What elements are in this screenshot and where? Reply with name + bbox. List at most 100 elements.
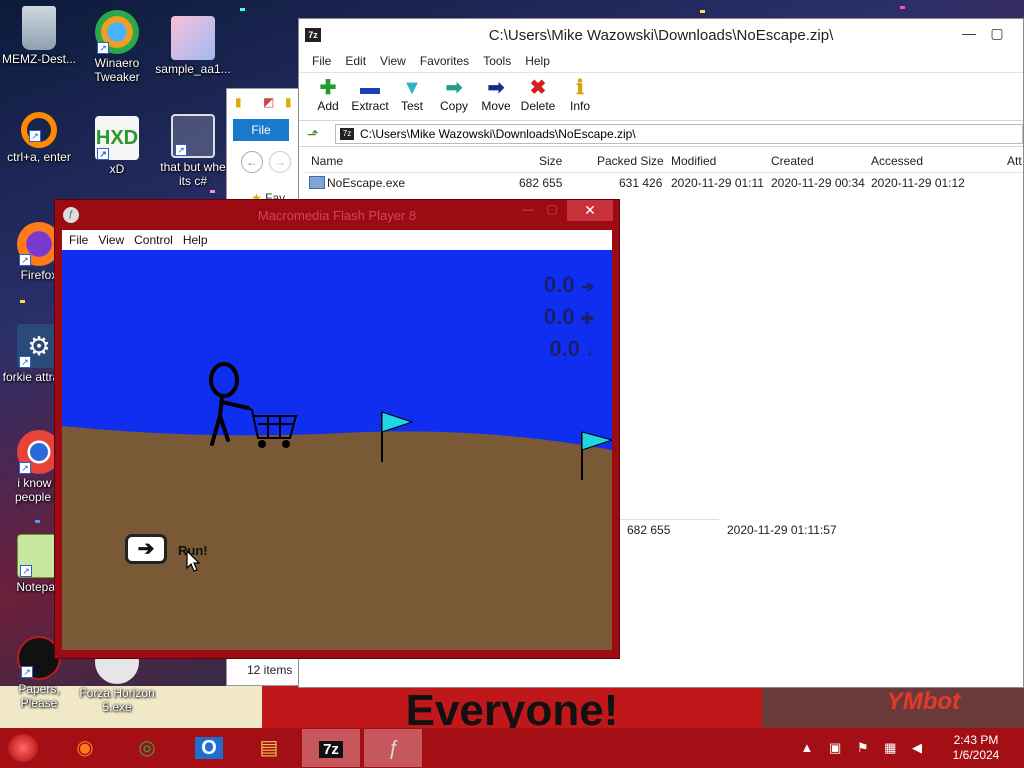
column-modified[interactable]: Modified	[671, 154, 716, 168]
move-button[interactable]: ➡ Move	[475, 77, 517, 113]
flash-title-bar[interactable]: ƒ Macromedia Flash Player 8 — ▢ ✕	[55, 200, 619, 230]
shortcut-arrow-icon: ↗	[20, 565, 32, 577]
exe-file-icon	[309, 176, 325, 189]
7zip-icon: 7z	[319, 741, 343, 758]
maximize-button[interactable]: ▢	[543, 202, 561, 220]
test-button[interactable]: ▼ Test	[391, 77, 433, 113]
7zip-address-bar: ⬏ 7z C:\Users\Mike Wazowski\Downloads\NoE…	[299, 121, 1023, 147]
menu-file[interactable]: File	[305, 51, 338, 71]
column-accessed[interactable]: Accessed	[871, 154, 923, 168]
shortcut-arrow-icon: ↗	[97, 42, 109, 54]
menu-view[interactable]: View	[93, 230, 129, 250]
toolbar-label: Info	[569, 99, 590, 113]
system-tray[interactable]: ▲ ▣ ⚑ ▦ ◀	[800, 740, 928, 756]
table-row[interactable]: NoEscape.exe 682 655 631 426 2020-11-29 …	[305, 173, 1023, 193]
column-name[interactable]: Name	[311, 154, 343, 168]
cell-size: 682 655	[519, 176, 563, 190]
7zip-window-title: C:\Users\Mike Wazowski\Downloads\NoEscap…	[488, 27, 834, 44]
column-attributes[interactable]: Att	[1007, 154, 1022, 168]
back-arrow-icon[interactable]: ←	[241, 151, 263, 173]
outlook-icon: O	[195, 737, 223, 759]
start-button[interactable]	[8, 734, 38, 762]
hxd-icon: HXD ↗	[95, 116, 139, 160]
address-text: C:\Users\Mike Wazowski\Downloads\NoEscap…	[360, 127, 636, 141]
flash-player-window[interactable]: ƒ Macromedia Flash Player 8 — ▢ ✕ File Vi…	[54, 199, 620, 659]
chrome-icon: ◎	[138, 737, 156, 759]
desktop-icon-ctrl-a[interactable]: ↗ ctrl+a, enter	[0, 112, 78, 164]
desktop-icon-winaero[interactable]: ↗ Winaero Tweaker	[78, 10, 156, 84]
shortcut-arrow-icon: ↗	[21, 666, 33, 678]
7zip-address-input[interactable]: 7z C:\Users\Mike Wazowski\Downloads\NoEsc…	[335, 124, 1023, 144]
status-size: 682 655	[627, 523, 671, 537]
delete-button[interactable]: ✖ Delete	[517, 77, 559, 113]
cell-created: 2020-11-29 00:34	[771, 176, 865, 190]
desktop-icon-label: Winaero Tweaker	[94, 56, 140, 84]
explorer-item-count: 12 items	[247, 663, 293, 677]
7zip-title-bar[interactable]: 7z C:\Users\Mike Wazowski\Downloads\NoEs…	[299, 19, 1023, 51]
clock-time: 2:43 PM	[953, 733, 999, 747]
desktop-icon-xd[interactable]: HXD ↗ xD	[78, 116, 156, 176]
desktop-icon-memz[interactable]: MEMZ-Dest...	[0, 6, 78, 66]
flash-game-stage[interactable]: 0.0 ➔ 0.0 ✚ 0.0 ↓ ➔ Run!	[62, 250, 612, 650]
right-arrow-icon: ➔	[137, 538, 155, 560]
desktop-icon-that-but[interactable]: ↗ that but whe its c#	[154, 114, 232, 188]
confetti	[35, 520, 40, 523]
menu-tools[interactable]: Tools	[476, 51, 518, 71]
shortcut-arrow-icon: ↗	[97, 148, 109, 160]
extract-button[interactable]: ▬ Extract	[349, 77, 391, 113]
plus-icon: ✚	[580, 311, 594, 328]
column-size[interactable]: Size	[539, 154, 562, 168]
confetti	[20, 300, 25, 303]
file-explorer-icon: ▤	[259, 737, 279, 759]
close-button[interactable]: ✕	[567, 200, 613, 221]
add-button[interactable]: ✚ Add	[307, 77, 349, 113]
toolbar-label: Move	[481, 99, 511, 113]
menu-control[interactable]: Control	[129, 230, 178, 250]
menu-help[interactable]: Help	[518, 51, 557, 71]
taskbar-chrome[interactable]: ◎	[118, 729, 176, 767]
7zip-toolbar: ✚ Add ▬ Extract ▼ Test ➡ Copy ➡ Move ✖ Delete ℹ Info	[299, 73, 1023, 121]
cell-packed-size: 631 426	[619, 176, 663, 190]
menu-file[interactable]: File	[64, 230, 93, 250]
taskbar-firefox[interactable]: ◉	[56, 729, 114, 767]
cell-modified: 2020-11-29 01:11	[671, 176, 764, 190]
menu-favorites[interactable]: Favorites	[413, 51, 476, 71]
run-button[interactable]: ➔	[125, 534, 167, 564]
down-arrow-icon: ↓	[586, 343, 594, 360]
taskbar-outlook[interactable]: O	[180, 729, 238, 767]
7zip-small-icon: 7z	[340, 128, 354, 140]
wallpaper-banner: Everyone!	[262, 686, 762, 728]
taskbar-7zip[interactable]: 7z	[302, 729, 360, 767]
copy-button[interactable]: ➡ Copy	[433, 77, 475, 113]
shortcut-arrow-icon: ↗	[175, 144, 187, 156]
column-packed-size[interactable]: Packed Size	[597, 154, 664, 168]
folder-icon: ▮	[235, 95, 242, 109]
desktop-icon-sample[interactable]: sample_aa1...	[154, 16, 232, 76]
shortcut-arrow-icon: ↗	[19, 462, 31, 474]
add-plus-icon: ✚	[319, 77, 337, 99]
taskbar-file-explorer[interactable]: ▤	[240, 729, 298, 767]
taskbar: ◉ ◎ O ▤ 7z ƒ ▲ ▣ ⚑ ▦ ◀ 2:43 PM 1/6/2024	[0, 728, 1024, 768]
explorer-file-tab[interactable]: File	[233, 119, 289, 141]
recycle-bin-icon	[22, 6, 56, 50]
menu-help[interactable]: Help	[178, 230, 213, 250]
menu-view[interactable]: View	[373, 51, 413, 71]
minimize-button[interactable]: —	[959, 23, 979, 43]
shortcut-arrow-icon: ↗	[29, 130, 41, 142]
minimize-button[interactable]: —	[519, 202, 537, 220]
forward-arrow-icon[interactable]: →	[269, 151, 291, 173]
cell-accessed: 2020-11-29 01:12	[871, 176, 965, 190]
extract-minus-icon: ▬	[360, 77, 380, 99]
taskbar-flash[interactable]: ƒ	[364, 729, 422, 767]
maximize-button[interactable]: ▢	[987, 23, 1007, 43]
clock[interactable]: 2:43 PM 1/6/2024	[938, 733, 1014, 763]
winaero-icon: ↗	[95, 10, 139, 54]
move-arrow-icon: ➡	[487, 77, 505, 99]
confetti	[240, 8, 245, 11]
desktop-icon-label: Forza Horizon 5.exe	[79, 686, 155, 714]
menu-edit[interactable]: Edit	[338, 51, 373, 71]
wallpaper-logo-text: YMbot	[886, 688, 960, 715]
up-folder-icon[interactable]: ⬏	[307, 126, 319, 143]
info-button[interactable]: ℹ Info	[559, 77, 601, 113]
column-created[interactable]: Created	[771, 154, 814, 168]
